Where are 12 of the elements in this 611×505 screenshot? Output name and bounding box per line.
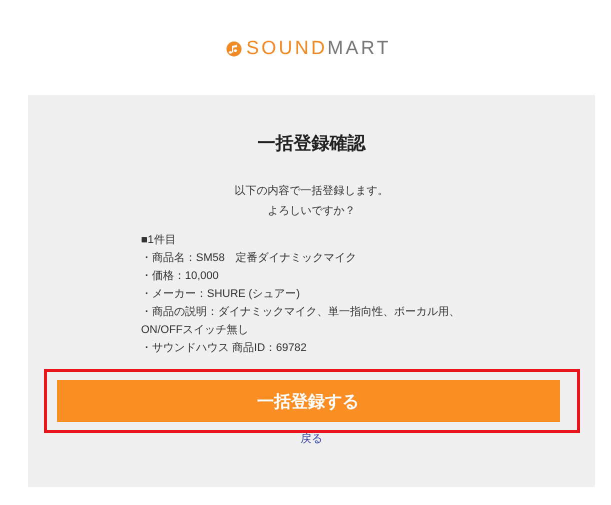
item-detail: ・商品名：SM58 定番ダイナミックマイク <box>141 250 358 266</box>
message-line: 以下の内容で一括登録します。 <box>234 184 388 199</box>
item-heading: ■1件目 <box>141 233 177 248</box>
dialog-title: 一括登録確認 <box>258 132 366 155</box>
item-detail: ・商品の説明：ダイナミックマイク、単一指向性、ボーカル用、ON/OFFスイッチ無し <box>141 304 461 338</box>
message-line: よろしいですか？ <box>266 204 356 219</box>
logo-text: SOUND MART <box>246 38 391 60</box>
item-detail: ・メーカー：SHURE (シュアー) <box>141 287 301 302</box>
back-link[interactable]: 戻る <box>300 431 322 446</box>
music-note-logo-icon <box>226 41 242 57</box>
item-detail: ・価格：10,000 <box>141 269 220 284</box>
item-detail: ・サウンドハウス 商品ID：69782 <box>141 340 308 356</box>
